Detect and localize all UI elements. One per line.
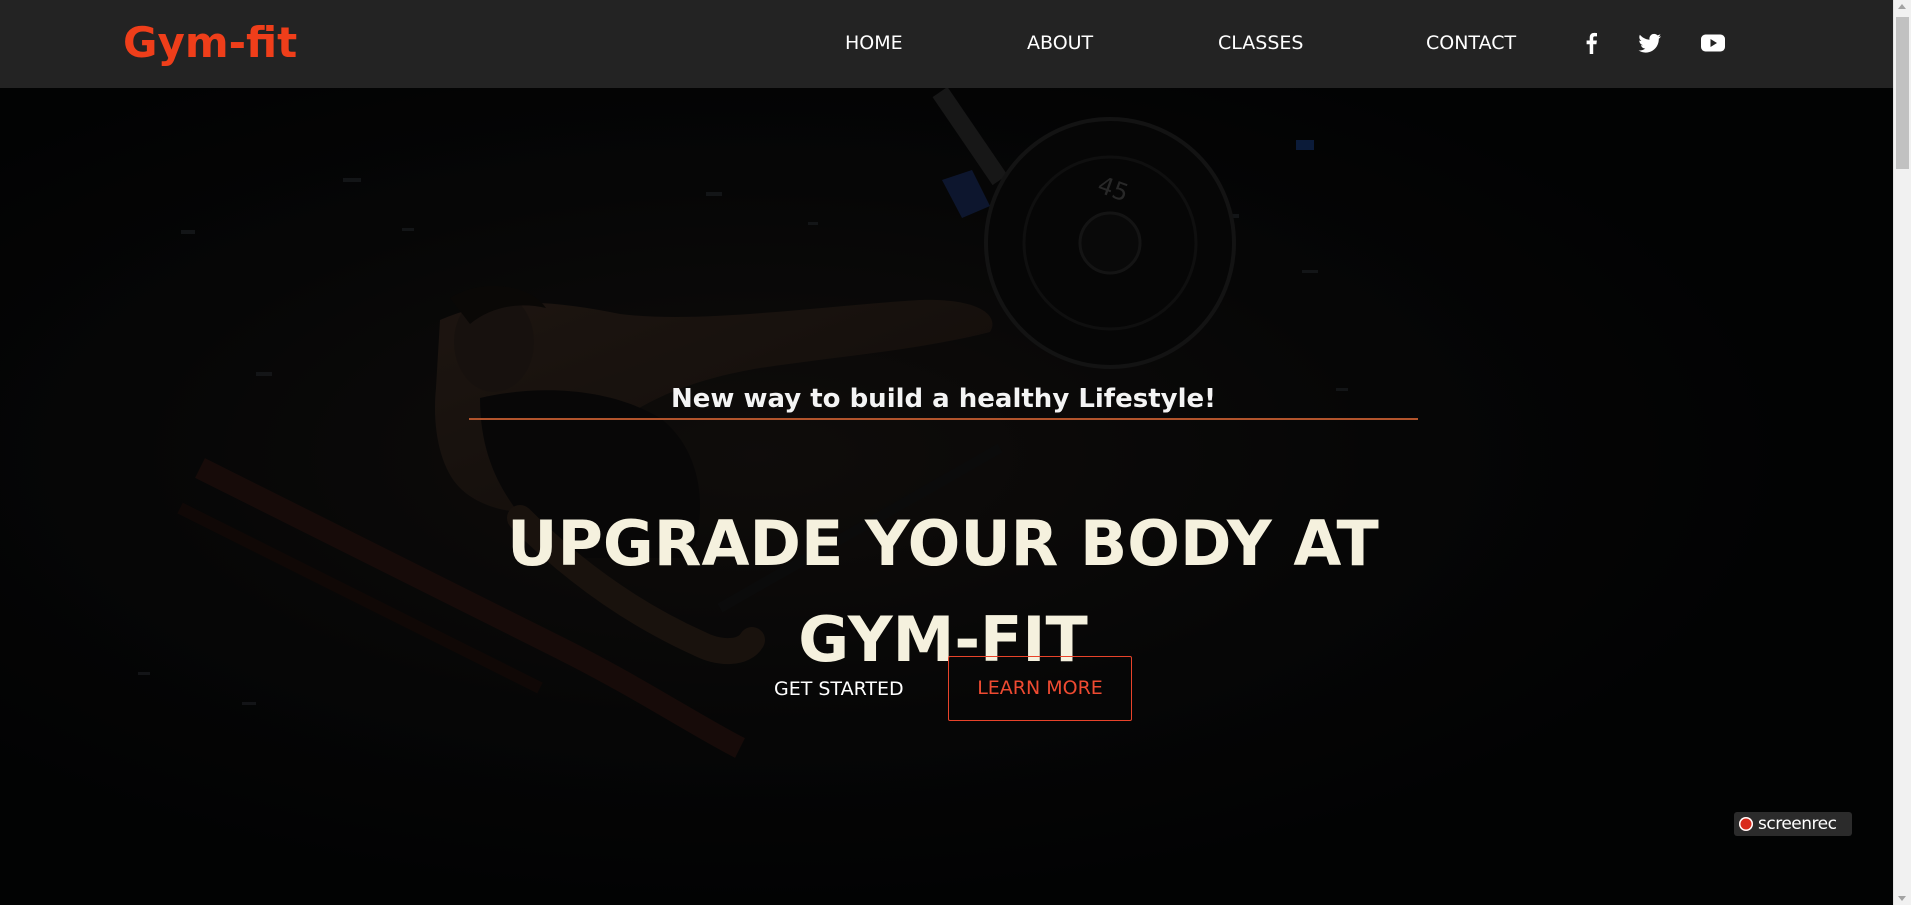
screenrec-label: screenrec: [1758, 814, 1837, 834]
nav-about-link[interactable]: ABOUT: [1027, 30, 1093, 56]
hero-headline: UPGRADE YOUR BODY AT GYM-FIT: [507, 506, 1379, 676]
site-logo[interactable]: Gym-fit: [123, 17, 297, 69]
get-started-button[interactable]: GET STARTED: [774, 676, 904, 702]
learn-more-button[interactable]: LEARN MORE: [948, 656, 1132, 721]
page-scrollbar[interactable]: [1893, 0, 1911, 905]
facebook-icon[interactable]: [1579, 31, 1605, 55]
hero-tagline: New way to build a healthy Lifestyle!: [671, 384, 1216, 414]
scrollbar-thumb[interactable]: [1896, 17, 1909, 169]
gym-fit-landing-page: Gym-fit HOME ABOUT CLASSES CONTACT 45 Ne…: [0, 0, 1911, 905]
tagline-divider: [469, 418, 1418, 420]
scroll-down-arrow-icon[interactable]: [1898, 896, 1906, 901]
record-dot-icon: [1739, 817, 1753, 831]
screenrec-badge: screenrec: [1734, 812, 1852, 836]
nav-classes-link[interactable]: CLASSES: [1218, 30, 1303, 56]
nav-contact-link[interactable]: CONTACT: [1426, 30, 1516, 56]
site-header: Gym-fit HOME ABOUT CLASSES CONTACT: [0, 0, 1893, 88]
nav-home-link[interactable]: HOME: [845, 30, 903, 56]
youtube-icon[interactable]: [1700, 31, 1726, 55]
hero-section: 45 New way to build a healthy Lifestyle!…: [0, 88, 1893, 905]
twitter-icon[interactable]: [1637, 31, 1663, 55]
scroll-up-arrow-icon[interactable]: [1898, 4, 1906, 9]
